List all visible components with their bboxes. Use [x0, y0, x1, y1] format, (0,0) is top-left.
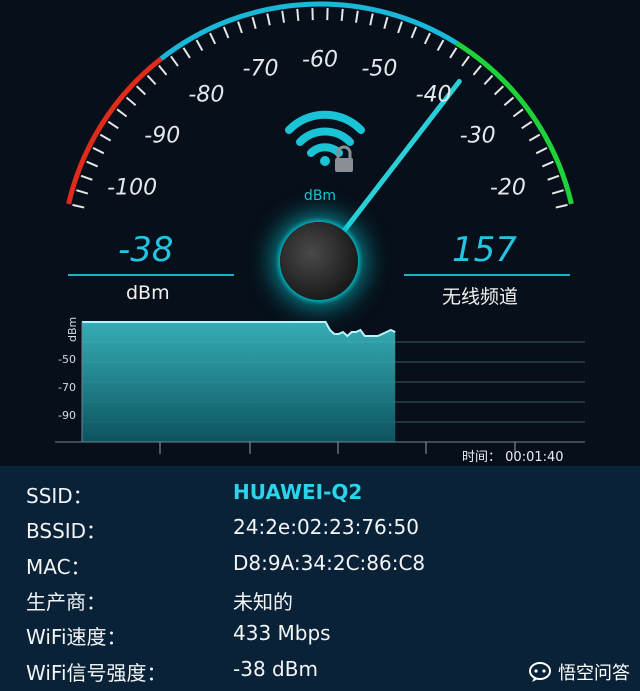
- gauge-tick: [535, 147, 548, 155]
- time-readout: 时间： 00:01:40: [462, 446, 564, 465]
- gauge-tick: [410, 26, 418, 39]
- y-axis-label: dBm: [66, 316, 79, 342]
- wifi-info-panel: SSID： HUAWEI-Q2 BSSID： 24:2e:02:23:76:50…: [0, 466, 640, 691]
- gauge-tick-label: -30: [459, 123, 496, 149]
- gauge-tick: [116, 108, 128, 118]
- gauge-tick: [80, 174, 93, 181]
- gauge-tick: [551, 189, 564, 195]
- gauge-tick: [340, 8, 344, 22]
- speech-bubble-icon: [529, 662, 551, 682]
- info-value: 24:2e:02:23:76:50: [233, 515, 419, 539]
- gauge-tick: [125, 96, 137, 106]
- wifi-lock-icon: [285, 108, 365, 178]
- gauge-tick: [383, 16, 389, 29]
- gauge-tick: [296, 8, 300, 22]
- gauge-tick-label: -40: [415, 82, 452, 108]
- info-key: WiFi速度：: [26, 625, 127, 649]
- info-row-bssid: BSSID： 24:2e:02:23:76:50: [0, 511, 640, 545]
- gauge-tick: [86, 160, 99, 168]
- info-key: MAC：: [26, 555, 91, 579]
- gauge-unit: dBm: [303, 188, 337, 204]
- gauge-tick: [195, 39, 204, 52]
- gauge-tick: [483, 74, 494, 86]
- gauge-tick: [209, 32, 217, 45]
- gauge-tick: [170, 55, 179, 67]
- gauge-tick: [107, 120, 119, 130]
- gauge-tick: [135, 85, 147, 96]
- y-tick: -90: [58, 409, 76, 422]
- gauge-tick: [423, 32, 431, 45]
- channel-label: 无线频道: [442, 286, 519, 308]
- gauge-tick: [472, 64, 482, 76]
- info-value: -38 dBm: [233, 657, 318, 681]
- gauge-tick: [521, 120, 533, 130]
- time-label: 时间：: [462, 450, 502, 465]
- signal-history-chart: dBm -50 -70 -90: [0, 312, 640, 462]
- gauge-tick: [76, 189, 89, 195]
- info-row-ssid: SSID： HUAWEI-Q2: [0, 476, 640, 510]
- gauge-tick: [72, 203, 85, 209]
- gauge-tick: [92, 147, 105, 155]
- time-value: 00:01:40: [505, 450, 564, 465]
- gauge-tick-label: -20: [489, 175, 526, 201]
- gauge-tick: [99, 133, 112, 142]
- info-key: SSID：: [26, 484, 93, 508]
- gauge-tick: [541, 160, 554, 168]
- gauge-tick: [355, 10, 359, 23]
- info-value: 未知的: [233, 590, 293, 614]
- info-key: WiFi信号强度：: [26, 661, 167, 685]
- gauge-tick: [237, 21, 243, 34]
- gauge-tick-label: -90: [144, 123, 181, 149]
- gauge-tick: [281, 10, 285, 23]
- watermark-text: 悟空问答: [558, 663, 630, 684]
- info-value: D8:9A:34:2C:86:C8: [233, 551, 426, 575]
- gauge-tick-label: -60: [302, 47, 338, 73]
- gauge-tick: [266, 13, 271, 26]
- gauge-tick: [369, 13, 374, 26]
- gauge-tick: [436, 39, 445, 52]
- gauge-tick: [158, 64, 168, 76]
- signal-underline: [68, 274, 234, 276]
- signal-value: -38: [118, 230, 174, 270]
- channel-value: 157: [452, 230, 517, 270]
- info-row-mac: MAC： D8:9A:34:2C:86:C8: [0, 547, 640, 581]
- gauge-tick: [449, 47, 458, 59]
- gauge-tick: [182, 47, 191, 59]
- gauge-tick: [461, 55, 470, 67]
- info-key: 生产商：: [26, 590, 106, 614]
- gauge-tick-label: -100: [107, 175, 158, 201]
- info-row-vendor: 生产商： 未知的: [0, 582, 640, 616]
- channel-underline: [404, 274, 570, 276]
- info-value: 433 Mbps: [233, 621, 331, 645]
- gauge-tick: [222, 26, 230, 39]
- gauge-knob: [280, 222, 358, 300]
- y-tick: -70: [58, 381, 76, 394]
- gauge-tick: [528, 133, 541, 142]
- gauge-tick: [512, 108, 524, 118]
- info-value: HUAWEI-Q2: [233, 480, 363, 504]
- signal-gauge: -100 -90 -80 -70 -60 -50 -40 -30 -20 dBm: [0, 0, 640, 320]
- gauge-tick-label: -50: [361, 56, 398, 82]
- gauge-tick: [251, 16, 257, 29]
- y-tick: -50: [58, 353, 76, 366]
- gauge-tick: [555, 203, 568, 209]
- gauge-tick: [146, 74, 157, 86]
- watermark: 悟空问答: [528, 659, 630, 685]
- gauge-tick: [397, 21, 403, 34]
- info-row-speed: WiFi速度： 433 Mbps: [0, 617, 640, 651]
- gauge-tick-label: -70: [242, 56, 279, 82]
- gauge-tick: [547, 174, 560, 181]
- gauge-tick: [503, 96, 515, 106]
- gauge-tick-label: -80: [188, 82, 225, 108]
- gauge-tick: [493, 85, 505, 96]
- info-key: BSSID：: [26, 519, 107, 543]
- signal-unit: dBm: [126, 282, 170, 304]
- signal-area: [82, 322, 396, 442]
